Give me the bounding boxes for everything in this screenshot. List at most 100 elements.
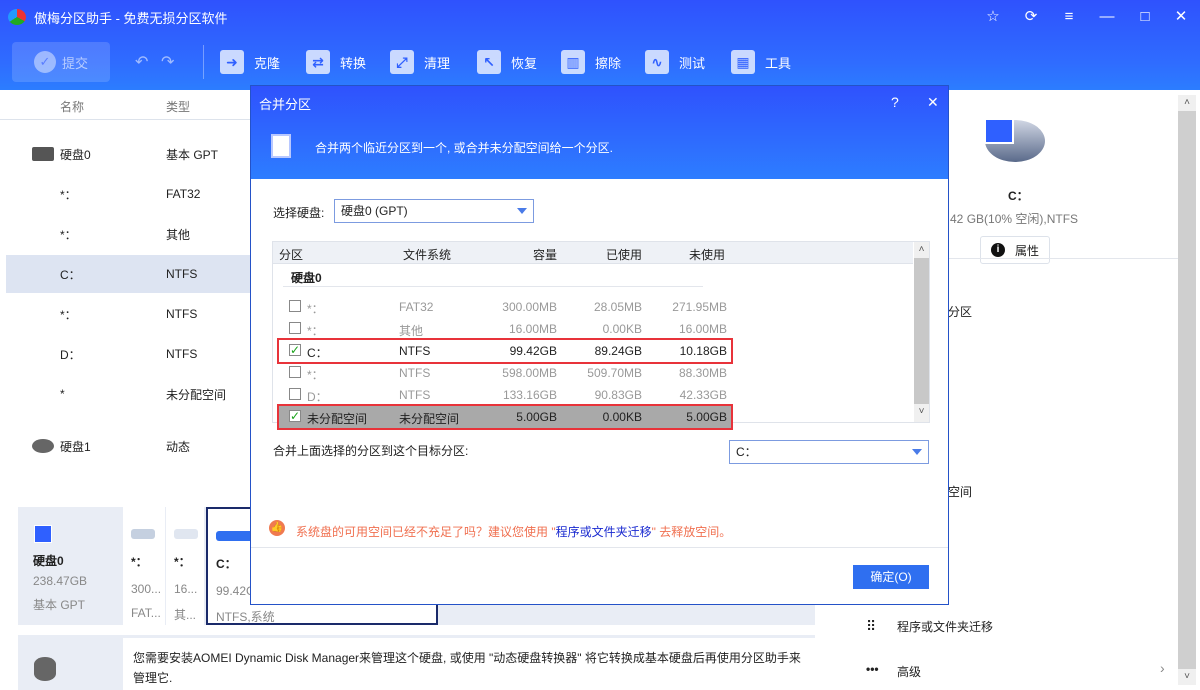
recover-icon: ↖ (477, 50, 501, 74)
app-migrate-link[interactable]: 程序或文件夹迁移 (556, 525, 652, 539)
col-filesystem[interactable]: 文件系统 (403, 246, 451, 263)
col-used[interactable]: 已使用 (606, 246, 642, 263)
op-merge-partition[interactable]: 分区 (948, 303, 972, 320)
dialog-close-button[interactable]: ✕ (927, 94, 939, 111)
redo-button[interactable]: ↷ (161, 52, 174, 72)
scroll-up-icon[interactable]: ˄ (914, 242, 929, 258)
row-type: NTFS (166, 307, 197, 321)
help-button[interactable]: ? (891, 94, 899, 110)
cell-free: 42.33GB (680, 388, 727, 402)
tip-post: " 去释放空间。 (652, 525, 732, 539)
cell-used: 0.00KB (603, 322, 642, 336)
partition-block[interactable]: *：16...其... (166, 507, 204, 625)
checkbox[interactable] (289, 388, 301, 400)
tip-pre: 系统盘的可用空间已经不充足了吗？建议您使用 " (296, 525, 556, 539)
checkbox-checked[interactable]: ✓ (289, 410, 301, 422)
list-row[interactable]: * 未分配空间 (6, 375, 250, 413)
toolbar-divider (203, 45, 204, 79)
col-name-header[interactable]: 名称 (60, 98, 84, 115)
list-row[interactable]: 硬盘0基本 GPT (6, 135, 250, 173)
col-capacity[interactable]: 容量 (533, 246, 557, 263)
tool-clone[interactable]: ➜克隆 (220, 48, 280, 76)
checkbox[interactable] (289, 300, 301, 312)
checkbox-checked[interactable]: ✓ (289, 344, 301, 356)
grid-row[interactable]: *： 其他 16.00MB 0.00KB 16.00MB (279, 318, 731, 340)
tool-recover[interactable]: ↖恢复 (477, 48, 537, 76)
cell-used: 90.83GB (595, 388, 642, 402)
disk-select[interactable]: 硬盘0 (GPT) (334, 199, 534, 223)
col-free[interactable]: 未使用 (689, 246, 725, 263)
part-fs: NTFS,系统 (216, 608, 428, 625)
tool-wipe[interactable]: ▥擦除 (561, 48, 621, 76)
row-type: 未分配空间 (166, 386, 226, 403)
chevron-down-icon (912, 449, 922, 455)
disk-select-value: 硬盘0 (GPT) (341, 204, 408, 218)
refresh-icon[interactable]: ⟳ (1019, 6, 1043, 28)
row-name: 硬盘0 (60, 146, 91, 163)
tool-convert[interactable]: ⇄转换 (306, 48, 366, 76)
op-advanced[interactable]: 高级 (897, 663, 921, 680)
tool-tools[interactable]: ▦工具 (731, 48, 791, 76)
list-row[interactable]: *：NTFS (6, 295, 250, 333)
tool-label: 清理 (424, 53, 450, 72)
chevron-right-icon[interactable]: › (1160, 660, 1165, 676)
grid-row[interactable]: ✓ C： NTFS 99.42GB 89.24GB 10.18GB (279, 340, 731, 362)
scroll-thumb[interactable] (914, 258, 929, 404)
row-name: *： (60, 226, 77, 243)
star-icon[interactable]: ☆ (981, 6, 1005, 28)
properties-label: 属性 (1015, 242, 1039, 259)
list-row[interactable]: C：NTFS (6, 255, 250, 293)
scroll-down-icon[interactable]: ˅ (1178, 669, 1196, 685)
divider (251, 547, 948, 548)
properties-button[interactable]: i 属性 (980, 236, 1050, 264)
col-partition[interactable]: 分区 (279, 246, 303, 263)
grid-row[interactable]: *： NTFS 598.00MB 509.70MB 88.30MB (279, 362, 731, 384)
maximize-button[interactable]: □ (1133, 6, 1157, 28)
target-select-value: C： (736, 445, 757, 459)
scroll-up-icon[interactable]: ˄ (1178, 95, 1196, 111)
op-app-migrate[interactable]: 程序或文件夹迁移 (897, 618, 993, 635)
tool-label: 测试 (679, 53, 705, 72)
info-icon: i (991, 243, 1005, 257)
row-type: 其他 (166, 226, 190, 243)
op-space[interactable]: 空间 (948, 483, 972, 500)
merge-icon (271, 134, 291, 158)
ok-button[interactable]: 确定(O) (853, 565, 929, 589)
part-label: *： (174, 553, 196, 570)
commit-button[interactable]: ✓提交 (12, 42, 110, 82)
list-row[interactable]: *： 其他 (6, 215, 250, 253)
grid-row[interactable]: D： NTFS 133.16GB 90.83GB 42.33GB (279, 384, 731, 406)
col-type-header[interactable]: 类型 (166, 98, 190, 115)
cell-free: 271.95MB (672, 300, 727, 314)
partition-block[interactable]: *：300...FAT... (123, 507, 165, 625)
scroll-down-icon[interactable]: ˅ (914, 404, 929, 420)
row-name: * (60, 387, 65, 401)
list-row[interactable]: 硬盘1动态 (6, 427, 250, 465)
list-row[interactable]: *：FAT32 (6, 175, 250, 213)
cell-partition: *： (307, 300, 324, 317)
cell-used: 0.00KB (603, 410, 642, 424)
right-scrollbar[interactable]: ˄ ˅ (1178, 95, 1196, 685)
tool-test[interactable]: ∿测试 (645, 48, 705, 76)
disk1-message: 您需要安装AOMEI Dynamic Disk Manager来管理这个硬盘, … (123, 638, 815, 690)
cell-partition: *： (307, 366, 324, 383)
grid-row[interactable]: ✓ 未分配空间 未分配空间 5.00GB 0.00KB 5.00GB (279, 406, 731, 428)
part-fs: FAT... (131, 606, 157, 620)
disk-icon (32, 523, 54, 545)
tool-cleanup[interactable]: ⤢清理 (390, 48, 450, 76)
checkbox[interactable] (289, 366, 301, 378)
target-select[interactable]: C： (729, 440, 929, 464)
grid-scrollbar[interactable]: ˄ ˅ (914, 242, 929, 422)
tools-icon: ▦ (731, 50, 755, 74)
tool-label: 克隆 (254, 53, 280, 72)
list-row[interactable]: D：NTFS (6, 335, 250, 373)
minimize-button[interactable]: — (1095, 6, 1119, 28)
menu-icon[interactable]: ≡ (1057, 6, 1081, 28)
cell-partition: 未分配空间 (307, 410, 367, 427)
undo-button[interactable]: ↶ (135, 52, 148, 72)
checkbox[interactable] (289, 322, 301, 334)
close-button[interactable]: ✕ (1169, 6, 1193, 28)
grid-row[interactable]: *： FAT32 300.00MB 28.05MB 271.95MB (279, 296, 731, 318)
cell-capacity: 99.42GB (510, 344, 557, 358)
cell-free: 88.30MB (679, 366, 727, 380)
